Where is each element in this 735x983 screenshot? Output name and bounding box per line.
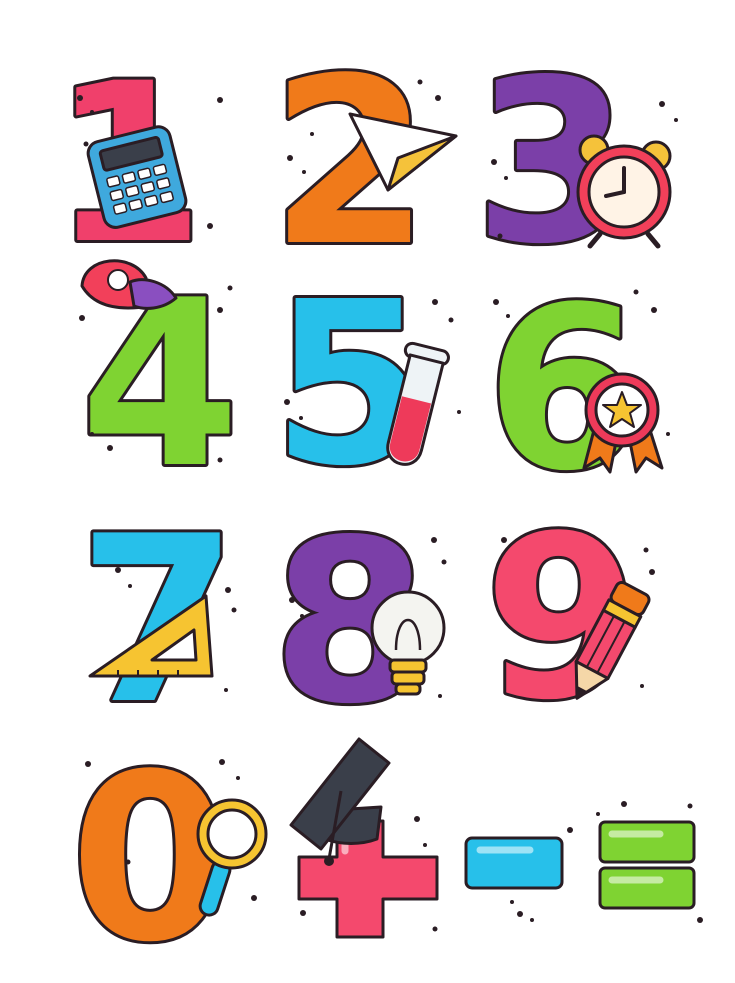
equals-figure [596,801,703,923]
digit-9-figure: 9 [481,485,655,753]
equals-cell [590,780,710,930]
digit-1-figure: 1 [48,33,223,295]
digit-5-figure: 5 [269,251,461,519]
digit-0-cell: 0 [58,723,278,983]
digit-6-cell: 6 [478,256,683,524]
minus-sign [464,836,564,890]
digit-3-cell: 3 [471,29,690,297]
digit-7-cell: 7 [75,485,248,758]
numbers-sheet: 1 2 [0,0,735,983]
digit-4-figure: 4 [77,249,243,522]
digit-5-cell: 5 [269,251,470,519]
digit-7: 7 [78,488,238,755]
plus-figure [289,737,439,939]
digit-6-figure: 6 [483,256,670,524]
digit-1-cell: 1 [48,33,230,295]
plus-cell [285,735,450,945]
digit-3-figure: 3 [471,29,678,297]
digit-8-cell: 8 [269,489,458,757]
minus-figure [464,827,573,922]
digit-4-cell: 4 [70,248,245,522]
digit-7-figure: 7 [75,485,241,758]
minus-cell [460,820,580,930]
digit-0-figure: 0 [67,723,268,983]
digit-9-cell: 9 [481,485,660,753]
digit-8-figure: 8 [269,489,447,757]
digit-2-cell: 2 [267,27,470,300]
equals-bottom-bar [598,866,696,910]
digit-2-figure: 2 [267,27,458,300]
equals-top-bar [598,820,696,864]
